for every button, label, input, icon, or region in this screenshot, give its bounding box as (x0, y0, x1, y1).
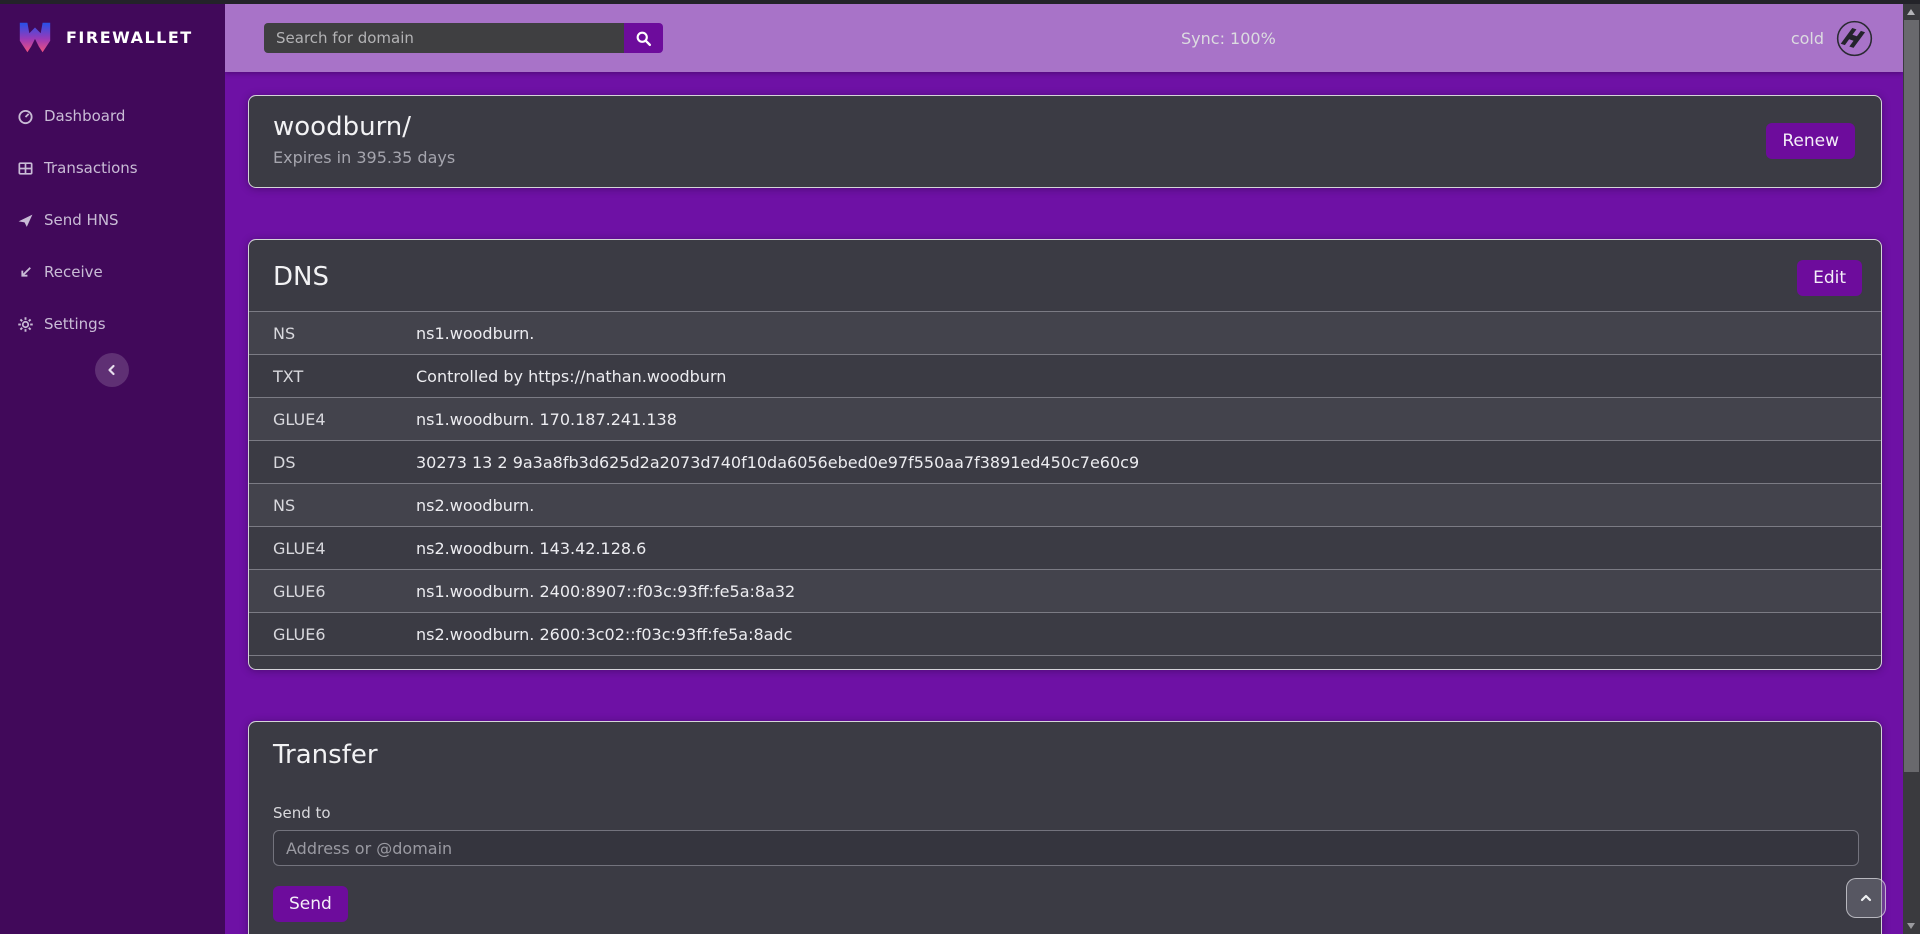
sidebar-item-label: Send HNS (44, 211, 119, 229)
dns-record-value: 30273 13 2 9a3a8fb3d625d2a2073d740f10da6… (416, 453, 1139, 472)
window-top-edge (0, 0, 1920, 4)
table-icon (17, 160, 34, 177)
sidebar-item-send-hns[interactable]: Send HNS (0, 194, 225, 246)
dns-record-value: ns1.woodburn. (416, 324, 534, 343)
search-button[interactable] (624, 23, 663, 53)
brand[interactable]: FIREWALLET (0, 4, 225, 66)
dns-record-row: GLUE4 ns2.woodburn. 143.42.128.6 (249, 527, 1881, 570)
search-input[interactable] (264, 23, 624, 53)
scrollbar-thumb[interactable] (1904, 20, 1919, 772)
scroll-to-top-button[interactable] (1846, 878, 1886, 918)
wallet-name: cold (1791, 29, 1824, 48)
dns-record-value: ns2.woodburn. (416, 496, 534, 515)
chevron-up-icon (1858, 890, 1874, 906)
dns-record-type: NS (273, 324, 416, 343)
edit-dns-button[interactable]: Edit (1797, 260, 1862, 296)
paper-plane-icon (17, 212, 34, 229)
sidebar-item-label: Settings (44, 315, 106, 333)
transfer-address-input[interactable] (273, 830, 1859, 866)
arrow-down-left-icon (17, 264, 34, 281)
dns-record-row: NS ns1.woodburn. (249, 312, 1881, 355)
dns-record-value: ns2.woodburn. 2600:3c02::f03c:93ff:fe5a:… (416, 625, 792, 644)
domain-expiry: Expires in 395.35 days (273, 148, 1857, 167)
main-content: woodburn/ Expires in 395.35 days Renew D… (225, 72, 1903, 934)
dns-record-row: GLUE6 ns1.woodburn. 2400:8907::f03c:93ff… (249, 570, 1881, 613)
sidebar-item-dashboard[interactable]: Dashboard (0, 90, 225, 142)
sidebar-item-label: Receive (44, 263, 103, 281)
dns-record-value: ns1.woodburn. 2400:8907::f03c:93ff:fe5a:… (416, 582, 795, 601)
dns-record-type: GLUE4 (273, 539, 416, 558)
dns-record-value: ns2.woodburn. 143.42.128.6 (416, 539, 646, 558)
brand-name: FIREWALLET (66, 28, 193, 47)
dns-card: DNS Edit NS ns1.woodburn. TXT Controlled… (248, 239, 1882, 670)
dns-record-row: GLUE6 ns2.woodburn. 2600:3c02::f03c:93ff… (249, 613, 1881, 656)
dns-record-type: NS (273, 496, 416, 515)
renew-button[interactable]: Renew (1766, 123, 1855, 159)
send-to-label: Send to (273, 804, 1857, 822)
dns-record-row: NS ns2.woodburn. (249, 484, 1881, 527)
dns-card-title: DNS (249, 262, 1881, 292)
sidebar-item-receive[interactable]: Receive (0, 246, 225, 298)
dns-record-type: GLUE4 (273, 410, 416, 429)
sidebar-item-transactions[interactable]: Transactions (0, 142, 225, 194)
search-icon (635, 30, 652, 47)
sidebar-item-settings[interactable]: Settings (0, 298, 225, 350)
handshake-logo-icon[interactable] (1836, 20, 1873, 57)
sidebar: FIREWALLET Dashboard Transactions Send H… (0, 4, 225, 934)
sidebar-collapse-button[interactable] (95, 353, 129, 387)
wallet-account[interactable]: cold (1791, 20, 1873, 57)
firewallet-logo-icon (16, 18, 54, 56)
domain-title: woodburn/ (273, 112, 1857, 142)
dns-record-row: GLUE4 ns1.woodburn. 170.187.241.138 (249, 398, 1881, 441)
chevron-left-icon (106, 364, 118, 376)
dns-records-table: NS ns1.woodburn. TXT Controlled by https… (249, 311, 1881, 656)
dns-record-row: DS 30273 13 2 9a3a8fb3d625d2a2073d740f10… (249, 441, 1881, 484)
dns-record-type: DS (273, 453, 416, 472)
sync-status: Sync: 100% (1181, 29, 1276, 48)
dns-record-value: ns1.woodburn. 170.187.241.138 (416, 410, 677, 429)
dns-record-row: TXT Controlled by https://nathan.woodbur… (249, 355, 1881, 398)
scrollbar-up-arrow-icon[interactable] (1907, 9, 1915, 15)
domain-card: woodburn/ Expires in 395.35 days Renew (248, 95, 1882, 188)
vertical-scrollbar[interactable] (1903, 4, 1920, 934)
topbar: Sync: 100% cold (225, 4, 1903, 72)
transfer-card-title: Transfer (273, 740, 1857, 770)
scrollbar-down-arrow-icon[interactable] (1907, 923, 1915, 929)
sidebar-item-label: Transactions (44, 159, 138, 177)
transfer-card: Transfer Send to Send (248, 721, 1882, 934)
gauge-icon (17, 108, 34, 125)
domain-search (264, 23, 663, 53)
send-button[interactable]: Send (273, 886, 348, 922)
dns-record-type: GLUE6 (273, 625, 416, 644)
sidebar-nav: Dashboard Transactions Send HNS Receive (0, 90, 225, 350)
dns-record-type: TXT (273, 367, 416, 386)
sidebar-item-label: Dashboard (44, 107, 125, 125)
gear-icon (17, 316, 34, 333)
dns-record-type: GLUE6 (273, 582, 416, 601)
dns-record-value: Controlled by https://nathan.woodburn (416, 367, 726, 386)
